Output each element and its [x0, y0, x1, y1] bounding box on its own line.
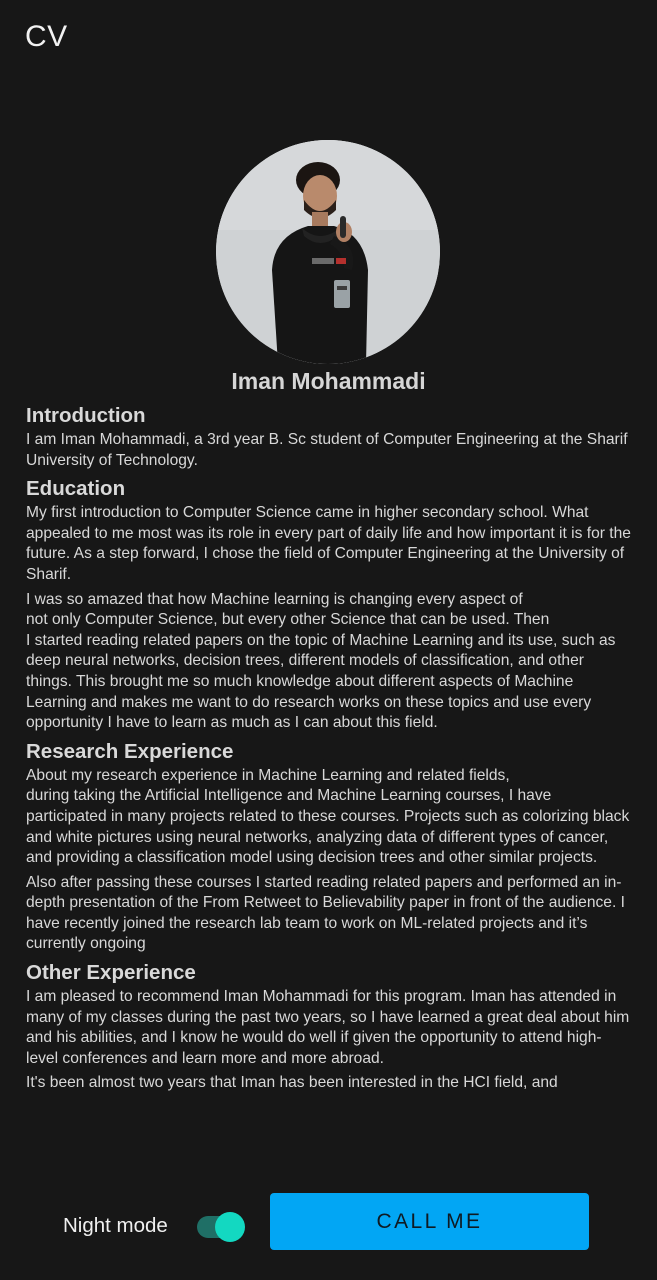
cv-content-scroll[interactable]: Introduction I am Iman Mohammadi, a 3rd …	[26, 402, 632, 1144]
section-heading-other: Other Experience	[26, 961, 196, 985]
research-paragraph-1: About my research experience in Machine …	[26, 766, 630, 867]
education-paragraph-2: I was so amazed that how Machine learnin…	[26, 590, 616, 732]
person-photo-icon	[216, 140, 440, 364]
section-heading-research: Research Experience	[26, 739, 234, 763]
toggle-thumb	[215, 1212, 245, 1242]
other-paragraph-1: I am pleased to recommend Iman Mohammadi…	[26, 988, 630, 1067]
call-me-button[interactable]: CALL ME	[270, 1193, 589, 1250]
app-title: CV	[25, 20, 68, 53]
night-mode-toggle[interactable]	[197, 1212, 249, 1242]
section-heading-education: Education	[26, 477, 126, 501]
introduction-paragraph: I am Iman Mohammadi, a 3rd year B. Sc st…	[26, 431, 628, 469]
profile-name: Iman Mohammadi	[231, 368, 426, 394]
profile-photo	[216, 140, 440, 364]
night-mode-label: Night mode	[63, 1214, 168, 1237]
research-paragraph-2: Also after passing these courses I start…	[26, 873, 625, 953]
education-paragraph-1: My first introduction to Computer Scienc…	[26, 504, 631, 583]
bottom-bar: Night mode CALL ME	[0, 1185, 657, 1265]
other-paragraph-2: It's been almost two years that Iman has…	[26, 1074, 558, 1092]
section-heading-introduction: Introduction	[26, 404, 146, 427]
